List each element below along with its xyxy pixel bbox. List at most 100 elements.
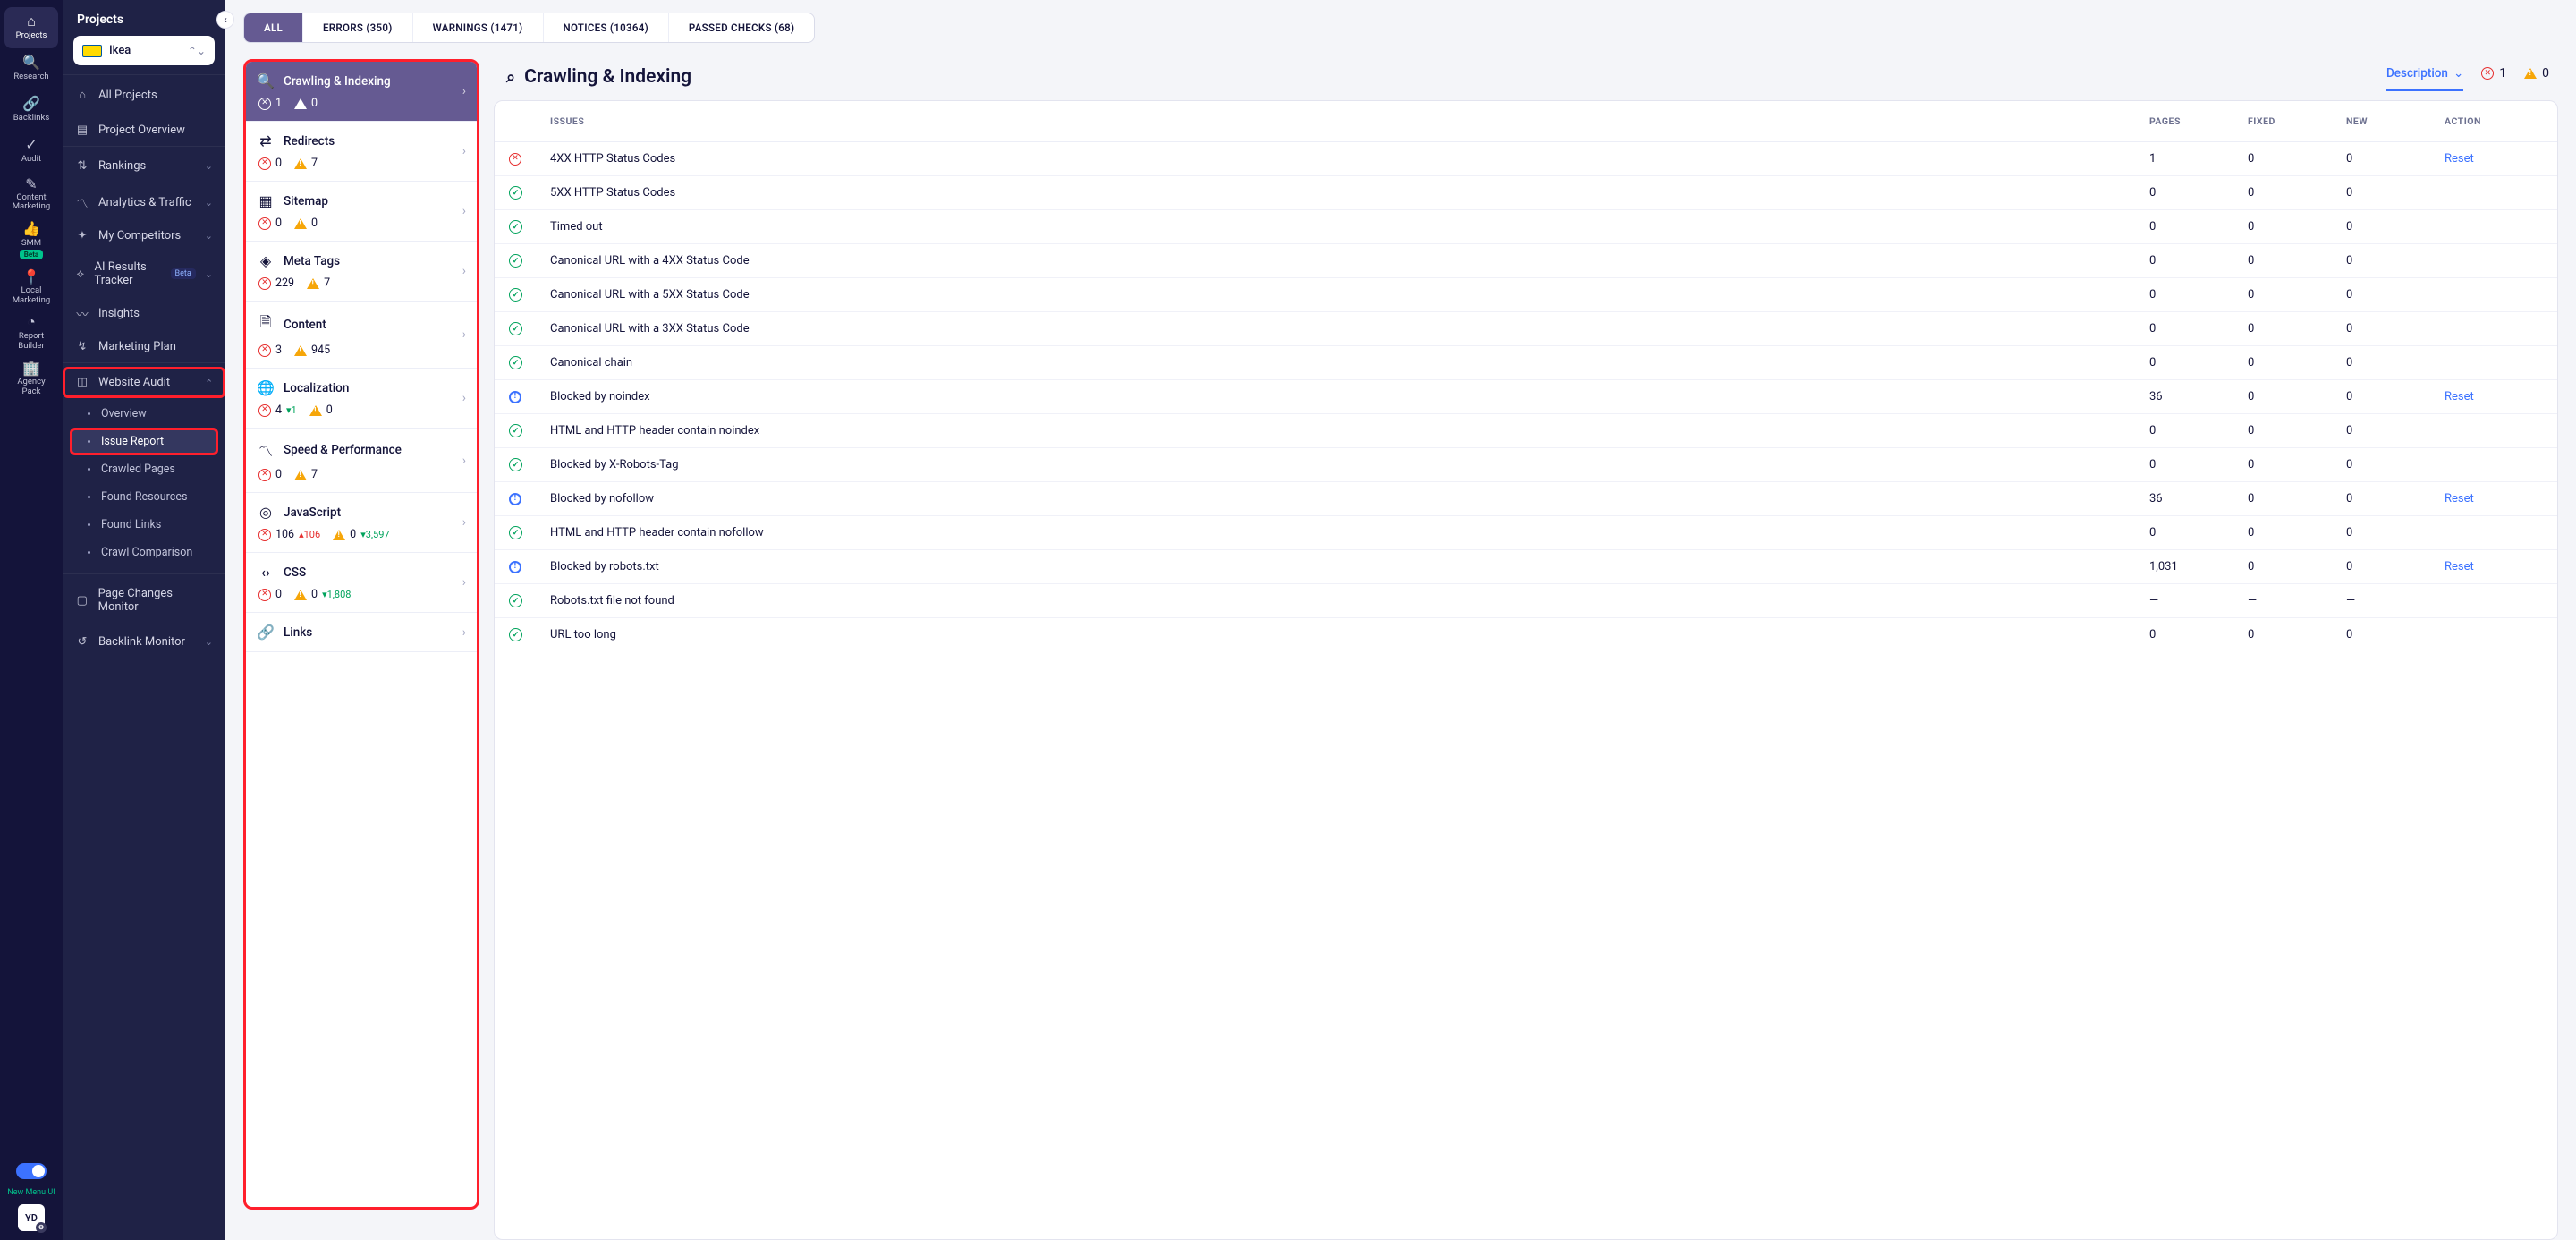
cell-new: 0	[2346, 356, 2445, 369]
sidebar-sub-crawled-pages[interactable]: Crawled Pages	[63, 455, 225, 483]
sidebar-item-marketing-plan[interactable]: ↯ Marketing Plan	[63, 331, 225, 362]
chevron-right-icon: ›	[462, 327, 466, 342]
tab-passed[interactable]: PASSED CHECKS (68)	[669, 13, 814, 42]
issue-row[interactable]: Canonical URL with a 4XX Status Code 0 0…	[495, 244, 2557, 278]
category-content[interactable]: 🗎Content 3 945 ›	[246, 302, 477, 369]
issue-row[interactable]: Robots.txt file not found — — —	[495, 584, 2557, 618]
category-meta-tags[interactable]: ◈Meta Tags 229 7 ›	[246, 242, 477, 302]
issue-row[interactable]: Canonical URL with a 3XX Status Code 0 0…	[495, 312, 2557, 346]
sidebar-item-analytics-traffic[interactable]: 〽 Analytics & Traffic ⌄	[63, 185, 225, 220]
sidebar-item-insights[interactable]: 〰 Insights	[63, 296, 225, 331]
rail-backlinks[interactable]: 🔗 Backlinks	[4, 89, 58, 131]
col-issues: ISSUES	[550, 115, 2149, 127]
category-speed-performance[interactable]: 〽Speed & Performance 0 7 ›	[246, 429, 477, 493]
category-sitemap[interactable]: ▦Sitemap 0 0 ›	[246, 182, 477, 242]
category-crawling-indexing[interactable]: 🔍Crawling & Indexing 1 0 ›	[246, 62, 477, 122]
issue-row[interactable]: Canonical chain 0 0 0	[495, 346, 2557, 380]
sidebar-item-my-competitors[interactable]: ✦ My Competitors ⌄	[63, 220, 225, 251]
issue-row[interactable]: HTML and HTTP header contain nofollow 0 …	[495, 516, 2557, 550]
rail-audit[interactable]: ✓ Audit	[4, 131, 58, 172]
issue-row[interactable]: 5XX HTTP Status Codes 0 0 0	[495, 176, 2557, 210]
sidebar-sub-crawl-comparison[interactable]: Crawl Comparison	[63, 539, 225, 566]
check-icon	[509, 458, 522, 471]
warning-icon	[333, 530, 345, 540]
sidebar-sub-issue-report[interactable]: Issue Report	[70, 428, 218, 455]
reset-link[interactable]: Reset	[2445, 390, 2474, 403]
category-css[interactable]: ‹›CSS 0 0 ▾1,808 ›	[246, 553, 477, 613]
category-list: 🔍Crawling & Indexing 1 0 ›⇄Redirects 0 7…	[243, 59, 479, 1210]
reset-link[interactable]: Reset	[2445, 152, 2474, 166]
issue-row[interactable]: URL too long 0 0 0	[495, 618, 2557, 651]
chevron-down-icon: ⌄	[205, 197, 213, 208]
sidebar-sub-overview[interactable]: Overview	[63, 400, 225, 428]
backlinks-icon: 🔗	[22, 96, 40, 112]
cell-pages: 0	[2149, 288, 2248, 302]
rail-agency[interactable]: 🏢 AgencyPack	[4, 356, 58, 402]
check-icon	[509, 424, 522, 437]
tab-all[interactable]: ALL	[244, 13, 303, 42]
chevron-right-icon: ›	[462, 204, 466, 218]
sidebar-item-rankings[interactable]: ⇅ Rankings ⌄	[63, 150, 225, 182]
check-icon	[509, 220, 522, 234]
error-icon	[258, 344, 271, 357]
sidebar-item-website-audit[interactable]: ◫ Website Audit ⌄	[63, 367, 225, 398]
rail-projects[interactable]: ⌂ Projects	[4, 7, 58, 48]
rail-research[interactable]: 🔍 Research	[4, 48, 58, 89]
sidebar-item-all-projects[interactable]: ⌂ All Projects	[63, 79, 225, 111]
error-icon	[258, 404, 271, 417]
tab-notices[interactable]: NOTICES (10364)	[544, 13, 669, 42]
error-icon	[258, 217, 271, 230]
sidebar-item-backlink-monitor[interactable]: ↺ Backlink Monitor ⌄	[63, 626, 225, 658]
sidebar-item-project-overview[interactable]: ▤ Project Overview	[63, 115, 225, 146]
tab-errors[interactable]: ERRORS (350)	[303, 13, 413, 42]
warning-icon	[294, 218, 307, 229]
cell-new: 0	[2346, 390, 2445, 403]
main-panel: ALLERRORS (350)WARNINGS (1471)NOTICES (1…	[225, 0, 2576, 1240]
category-localization[interactable]: 🌐Localization 4 ▾1 0 ›	[246, 369, 477, 429]
reset-link[interactable]: Reset	[2445, 560, 2474, 573]
sidebar-sub-found-links[interactable]: Found Links	[63, 511, 225, 539]
user-avatar[interactable]: YD ⚙	[18, 1204, 45, 1231]
cell-fixed: 0	[2248, 560, 2346, 573]
cell-new: 0	[2346, 628, 2445, 641]
tab-warnings[interactable]: WARNINGS (1471)	[413, 13, 544, 42]
rail-content[interactable]: ✎ ContentMarketing	[4, 172, 58, 217]
issue-row[interactable]: Blocked by noindex 36 0 0 Reset	[495, 380, 2557, 414]
category-redirects[interactable]: ⇄Redirects 0 7 ›	[246, 122, 477, 182]
sidebar-sub-found-resources[interactable]: Found Resources	[63, 483, 225, 511]
cell-fixed: 0	[2248, 424, 2346, 437]
issue-row[interactable]: HTML and HTTP header contain noindex 0 0…	[495, 414, 2557, 448]
sidebar-item-page-changes-monitor[interactable]: ▢ Page Changes Monitor	[63, 578, 225, 623]
rail-smm[interactable]: 👍 SMM Beta	[4, 217, 58, 265]
category-javascript[interactable]: ◎JavaScript 106 ▴106 0 ▾3,597 ›	[246, 493, 477, 553]
project-selector[interactable]: Ikea ⌃⌄	[73, 36, 215, 65]
sidebar-item-ai-results-tracker[interactable]: ⟡ AI Results Tracker Beta ⌄	[63, 251, 225, 296]
cell-new: 0	[2346, 424, 2445, 437]
sidebar-collapse-button[interactable]: ‹	[216, 11, 234, 29]
issue-row[interactable]: Timed out 0 0 0	[495, 210, 2557, 244]
issue-row[interactable]: Blocked by X-Robots-Tag 0 0 0	[495, 448, 2557, 482]
cell-pages: 0	[2149, 220, 2248, 234]
new-menu-toggle[interactable]	[16, 1163, 47, 1179]
cell-pages: 0	[2149, 458, 2248, 471]
issue-name: Timed out	[550, 220, 2149, 234]
info-icon	[509, 493, 521, 505]
search-icon: ⌕	[506, 68, 515, 87]
info-icon	[509, 561, 521, 573]
issue-row[interactable]: 4XX HTTP Status Codes 1 0 0 Reset	[495, 142, 2557, 176]
issue-row[interactable]: Blocked by nofollow 36 0 0 Reset	[495, 482, 2557, 516]
check-icon	[509, 186, 522, 200]
cell-fixed: 0	[2248, 186, 2346, 200]
rail-report[interactable]: ◔ ReportBuilder	[4, 310, 58, 356]
cell-new: 0	[2346, 254, 2445, 268]
issue-name: Canonical URL with a 4XX Status Code	[550, 254, 2149, 268]
chevron-down-icon: ⌄	[205, 160, 213, 172]
rail-local[interactable]: 📍 LocalMarketing	[4, 265, 58, 310]
check-icon	[509, 288, 522, 302]
issue-row[interactable]: Canonical URL with a 5XX Status Code 0 0…	[495, 278, 2557, 312]
issue-row[interactable]: Blocked by robots.txt 1,031 0 0 Reset	[495, 550, 2557, 584]
cell-pages: 36	[2149, 390, 2248, 403]
mode-description[interactable]: Description ⌄	[2386, 66, 2463, 91]
reset-link[interactable]: Reset	[2445, 492, 2474, 505]
category-links[interactable]: 🔗Links ›	[246, 613, 477, 652]
